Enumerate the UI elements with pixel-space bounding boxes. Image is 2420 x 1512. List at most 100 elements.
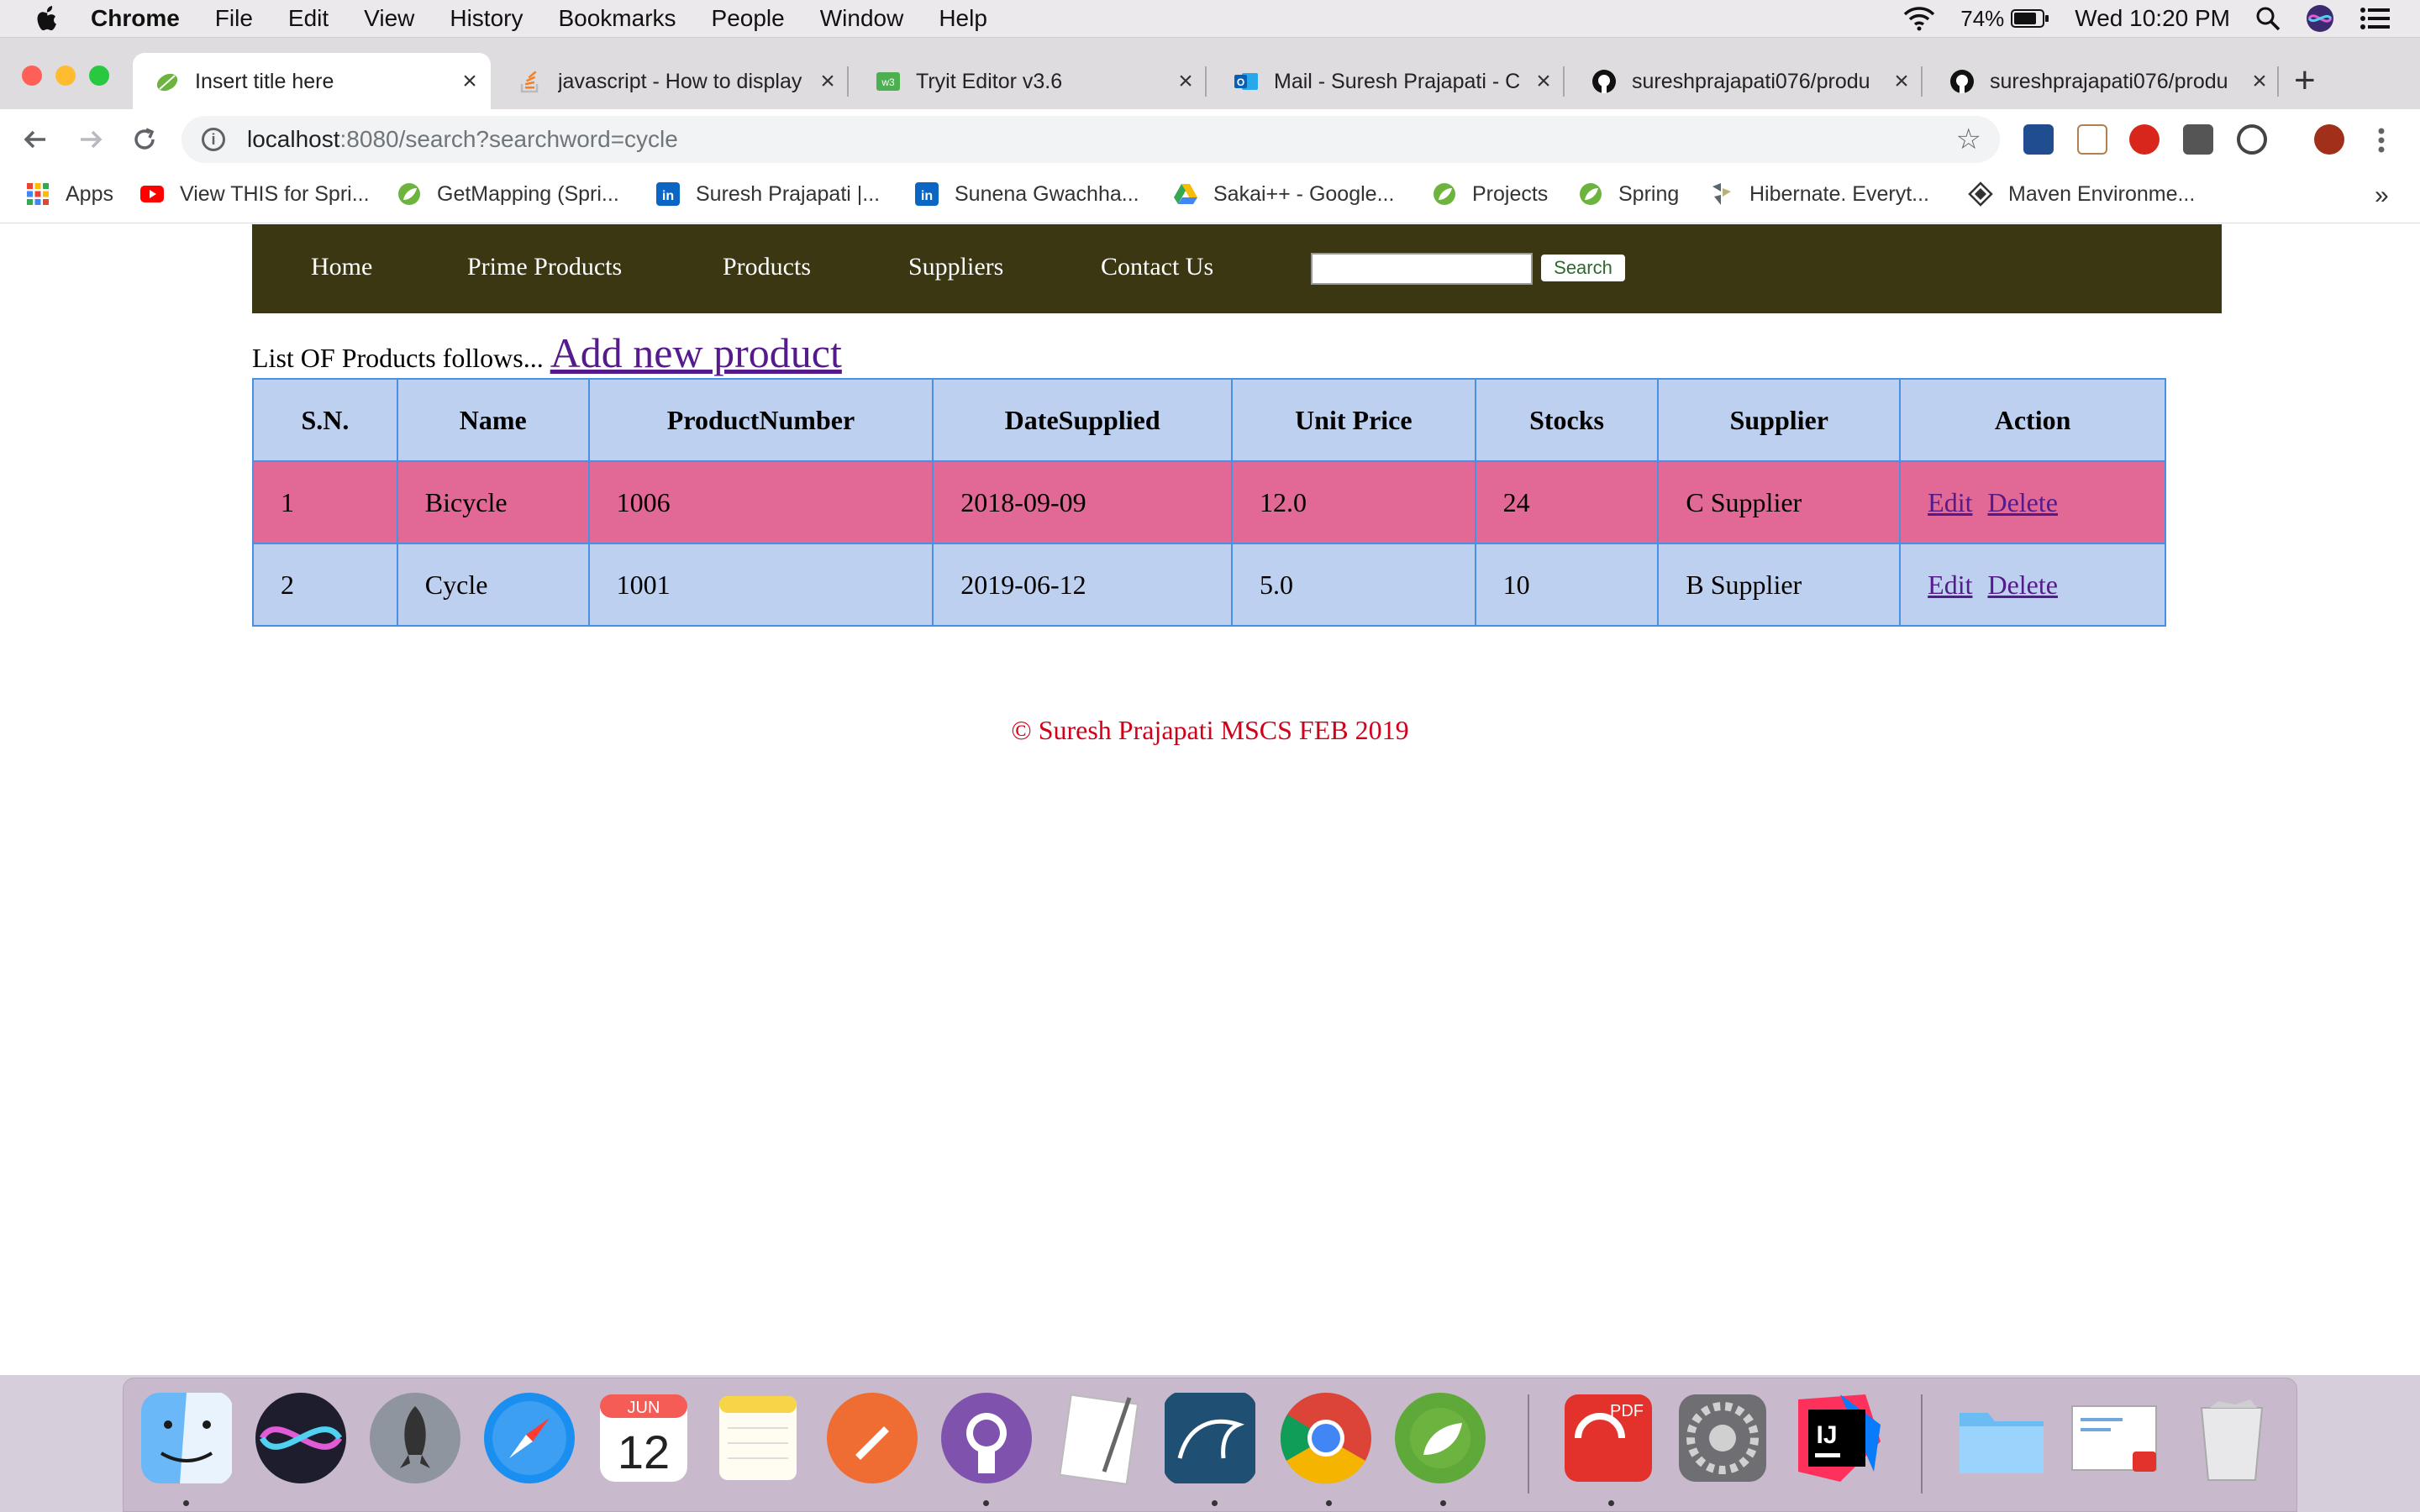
add-new-product-link[interactable]: Add new product: [550, 328, 842, 377]
tab-close-icon[interactable]: ×: [807, 67, 849, 96]
pdf-label: PDF: [1610, 1402, 1644, 1420]
menubar-clock[interactable]: Wed 10:20 PM: [2075, 5, 2230, 32]
tab-close-icon[interactable]: ×: [449, 67, 491, 96]
nav-products[interactable]: Products: [723, 253, 811, 281]
menu-help[interactable]: Help: [939, 5, 987, 32]
textedit-icon[interactable]: [1054, 1391, 1148, 1485]
tab-insert-title-here[interactable]: Insert title here ×: [133, 53, 491, 110]
menu-file[interactable]: File: [215, 5, 253, 32]
bookmark-youtube[interactable]: View THIS for Spri...: [139, 181, 370, 207]
menu-app-chrome[interactable]: Chrome: [91, 5, 180, 32]
tab-outlook-mail[interactable]: O Mail - Suresh Prajapati - C ×: [1212, 53, 1565, 110]
tab-github-1[interactable]: sureshprajapati076/produ ×: [1570, 53, 1923, 110]
profile-avatar[interactable]: [2314, 124, 2344, 155]
window-close-button[interactable]: [22, 66, 42, 86]
chrome-menu-icon[interactable]: [2375, 126, 2388, 155]
column-header-unit-price: Unit Price: [1231, 378, 1476, 462]
cell-date-supplied: 2019-06-12: [932, 543, 1233, 627]
postman-icon[interactable]: [825, 1391, 919, 1485]
cell-product-number: 1001: [587, 543, 934, 627]
notification-center-icon[interactable]: [2360, 7, 2390, 30]
bookmark-maven[interactable]: Maven Environme...: [1968, 181, 2195, 207]
delete-link[interactable]: Delete: [1987, 487, 2058, 517]
menu-edit[interactable]: Edit: [288, 5, 329, 32]
bookmark-apps[interactable]: Apps: [25, 181, 113, 207]
spring-tool-suite-icon[interactable]: [1393, 1391, 1487, 1485]
edit-link[interactable]: Edit: [1928, 487, 1972, 517]
nav-suppliers[interactable]: Suppliers: [908, 253, 1003, 281]
tab-tryit-editor[interactable]: w3 Tryit Editor v3.6 ×: [854, 53, 1207, 110]
tab-close-icon[interactable]: ×: [2238, 67, 2281, 96]
address-bar[interactable]: i localhost :8080/search?searchword=cycl…: [182, 116, 2000, 163]
nav-home[interactable]: Home: [311, 253, 372, 281]
chrome-icon[interactable]: [1279, 1391, 1373, 1485]
search-input[interactable]: [1311, 253, 1533, 285]
extension-facebook-icon[interactable]: [2183, 124, 2213, 155]
downloads-folder-icon[interactable]: [1954, 1391, 2049, 1485]
column-header-name: Name: [396, 378, 590, 462]
extension-tools-icon[interactable]: [2077, 124, 2107, 155]
menu-history[interactable]: History: [450, 5, 523, 32]
bookmark-getmapping[interactable]: GetMapping (Spri...: [397, 181, 619, 207]
launchpad-icon[interactable]: [368, 1391, 462, 1485]
tab-close-icon[interactable]: ×: [1523, 67, 1565, 96]
bookmark-linkedin-suresh[interactable]: in Suresh Prajapati |...: [655, 181, 880, 207]
github-desktop-icon[interactable]: [939, 1391, 1034, 1485]
menu-view[interactable]: View: [364, 5, 414, 32]
battery-icon[interactable]: [2011, 8, 2049, 29]
window-zoom-button[interactable]: [89, 66, 109, 86]
tab-title: javascript - How to display: [558, 69, 802, 93]
delete-link[interactable]: Delete: [1987, 570, 2058, 600]
nav-prime-products[interactable]: Prime Products: [467, 253, 622, 281]
siri-icon[interactable]: [2306, 4, 2334, 33]
menu-bookmarks[interactable]: Bookmarks: [558, 5, 676, 32]
notes-icon[interactable]: [711, 1391, 805, 1485]
nav-contact-us[interactable]: Contact Us: [1101, 253, 1213, 281]
tab-close-icon[interactable]: ×: [1165, 67, 1207, 96]
trash-icon[interactable]: [2185, 1391, 2279, 1485]
svg-text:in: in: [662, 189, 674, 203]
github-icon: [1592, 70, 1616, 93]
bookmark-linkedin-sunena[interactable]: in Sunena Gwachha...: [914, 181, 1139, 207]
wifi-icon[interactable]: [1903, 6, 1935, 31]
system-preferences-icon[interactable]: [1676, 1391, 1770, 1485]
reload-icon[interactable]: [131, 126, 158, 153]
tab-github-2[interactable]: sureshprajapati076/produ ×: [1928, 53, 2281, 110]
tab-close-icon[interactable]: ×: [1881, 67, 1923, 96]
safari-icon[interactable]: [482, 1391, 576, 1485]
bookmark-projects[interactable]: Projects: [1432, 181, 1548, 207]
pdf-expert-icon[interactable]: PDF: [1561, 1391, 1655, 1485]
spotlight-search-icon[interactable]: [2255, 6, 2281, 31]
table-row: 1 Bicycle 1006 2018-09-09 12.0 24 C Supp…: [252, 460, 2166, 544]
finder-icon[interactable]: [139, 1391, 234, 1485]
edit-link[interactable]: Edit: [1928, 570, 1972, 600]
bookmark-star-icon[interactable]: ☆: [1956, 123, 1981, 156]
tab-separator: [847, 66, 849, 97]
apple-icon[interactable]: [34, 4, 60, 33]
new-tab-button[interactable]: +: [2294, 60, 2316, 102]
intellij-idea-icon[interactable]: IJ: [1790, 1391, 1884, 1485]
calendar-day: 12: [618, 1425, 670, 1478]
calendar-icon[interactable]: JUN 12: [597, 1391, 691, 1485]
tab-stackoverflow[interactable]: javascript - How to display ×: [496, 53, 849, 110]
tab-title: Mail - Suresh Prajapati - C: [1274, 69, 1521, 93]
bookmark-spring[interactable]: Spring: [1578, 181, 1679, 207]
bookmarks-overflow-button[interactable]: »: [2375, 181, 2389, 210]
bookmark-hibernate[interactable]: Hibernate. Everyt...: [1709, 181, 1929, 207]
bookmark-label: Hibernate. Everyt...: [1749, 181, 1929, 206]
extension-sync-icon[interactable]: [2237, 124, 2267, 155]
forward-arrow-icon[interactable]: [77, 126, 104, 153]
table-header-row: S.N. Name ProductNumber DateSupplied Uni…: [252, 378, 2166, 462]
search-button[interactable]: Search: [1541, 255, 1625, 281]
mysql-workbench-icon[interactable]: [1163, 1391, 1257, 1485]
site-info-icon[interactable]: i: [202, 128, 225, 151]
extension-analytics-icon[interactable]: [2023, 124, 2054, 155]
extension-yab-icon[interactable]: [2129, 124, 2160, 155]
back-arrow-icon[interactable]: [22, 126, 49, 153]
recent-document-icon[interactable]: [2067, 1391, 2161, 1485]
menu-people[interactable]: People: [712, 5, 785, 32]
menu-window[interactable]: Window: [820, 5, 904, 32]
window-minimize-button[interactable]: [55, 66, 76, 86]
siri-icon[interactable]: [254, 1391, 348, 1485]
bookmark-sakai-drive[interactable]: Sakai++ - Google...: [1173, 181, 1394, 207]
